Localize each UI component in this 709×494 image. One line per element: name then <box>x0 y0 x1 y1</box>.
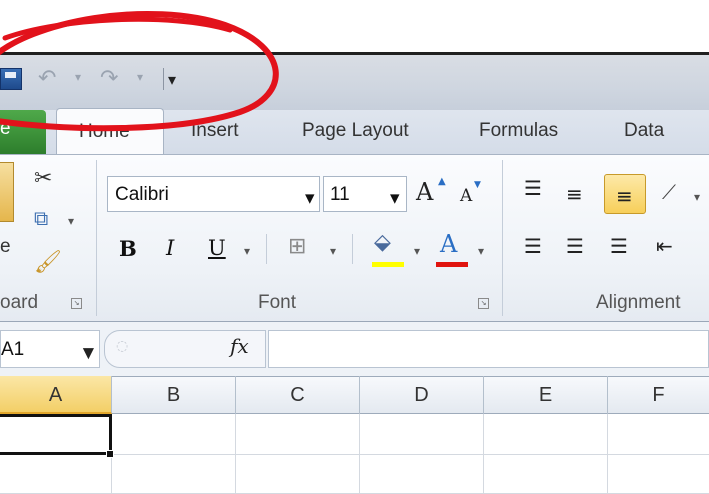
font-separator-2 <box>352 234 353 264</box>
qat-separator <box>163 68 164 90</box>
fill-handle[interactable] <box>106 450 114 458</box>
tab-file[interactable]: e <box>0 110 46 154</box>
fill-color-swatch <box>372 262 404 267</box>
column-header-b[interactable]: B <box>112 376 236 414</box>
font-size-combo[interactable]: 11 ▾ <box>323 176 407 212</box>
align-left-icon[interactable]: ☰ <box>524 234 542 258</box>
name-box[interactable]: A1 ▼ <box>0 330 100 368</box>
clipboard-launcher-icon[interactable]: ↘ <box>71 298 82 309</box>
underline-dropdown-icon[interactable]: ▾ <box>244 244 250 258</box>
align-center-icon[interactable]: ☰ <box>566 234 584 258</box>
tab-data[interactable]: Data <box>624 120 664 142</box>
grow-font-button[interactable]: A <box>416 178 433 206</box>
orientation-dropdown-icon[interactable]: ▾ <box>694 190 700 204</box>
font-size-dropdown-icon[interactable]: ▾ <box>390 187 400 210</box>
tab-file-label: e <box>0 118 11 139</box>
group-separator <box>96 160 97 316</box>
borders-icon[interactable]: ⊞ <box>288 234 306 259</box>
tab-insert[interactable]: Insert <box>191 120 239 142</box>
decrease-indent-icon[interactable]: ⇤ <box>656 234 673 258</box>
column-header-e[interactable]: E <box>484 376 608 414</box>
column-d-label: D <box>414 384 429 406</box>
formula-input[interactable] <box>268 330 709 368</box>
italic-button[interactable]: I <box>166 236 174 260</box>
cut-icon[interactable]: ✂ <box>34 166 52 191</box>
font-name-combo[interactable]: Calibri ▾ <box>107 176 320 212</box>
formula-bar-handle-icon[interactable]: ◌ <box>116 338 128 354</box>
copy-dropdown-icon[interactable]: ▾ <box>68 214 74 228</box>
font-size-value: 11 <box>330 184 350 205</box>
orientation-icon[interactable]: ⟋ <box>662 180 676 204</box>
font-color-dropdown-icon[interactable]: ▾ <box>478 244 484 258</box>
column-e-label: E <box>538 384 553 406</box>
format-painter-icon[interactable]: 🖌 <box>34 250 62 275</box>
save-icon[interactable] <box>0 68 22 90</box>
tab-home[interactable]: Home <box>56 108 164 156</box>
tab-page-layout[interactable]: Page Layout <box>302 120 409 142</box>
shrink-font-button[interactable]: A <box>460 186 472 206</box>
undo-dropdown-icon[interactable]: ▾ <box>75 70 81 84</box>
tab-formulas[interactable]: Formulas <box>479 120 558 142</box>
font-name-value: Calibri <box>115 184 169 205</box>
column-b-label: B <box>166 384 181 406</box>
bottom-align-button[interactable]: ≡ <box>604 174 646 214</box>
font-group-label: Font <box>258 292 297 313</box>
shrink-font-icon: ▼ <box>474 180 481 190</box>
insert-function-button[interactable]: fx <box>230 334 249 358</box>
top-align-icon[interactable]: ☰ <box>524 176 542 200</box>
group-separator-2 <box>502 160 503 316</box>
redo-dropdown-icon[interactable]: ▾ <box>137 70 143 84</box>
column-a-label: A <box>48 384 63 406</box>
clipboard-group-label: oard <box>0 292 39 313</box>
column-header-f[interactable]: F <box>608 376 709 414</box>
bold-button[interactable]: B <box>119 236 137 261</box>
column-header-a[interactable]: A <box>0 376 112 414</box>
alignment-group-label: Alignment <box>596 292 681 313</box>
column-header-c[interactable]: C <box>236 376 360 414</box>
active-cell[interactable] <box>0 414 112 455</box>
font-color-swatch <box>436 262 468 267</box>
column-f-label: F <box>652 384 665 406</box>
fill-color-icon[interactable]: ⬙ <box>374 230 391 255</box>
column-c-label: C <box>290 384 305 406</box>
align-right-icon[interactable]: ☰ <box>610 234 628 258</box>
column-header-d[interactable]: D <box>360 376 484 414</box>
grow-font-icon: ▲ <box>438 176 446 187</box>
redo-icon[interactable]: ↷ <box>100 66 118 91</box>
undo-icon[interactable]: ↶ <box>38 66 56 91</box>
paste-label[interactable]: e <box>0 236 11 258</box>
middle-align-icon[interactable]: ≡ <box>566 182 583 206</box>
name-box-dropdown-icon[interactable]: ▼ <box>79 343 98 365</box>
font-launcher-icon[interactable]: ↘ <box>478 298 489 309</box>
customize-qat-icon[interactable]: ▾ <box>168 70 176 89</box>
tab-home-label: Home <box>79 121 130 142</box>
copy-icon[interactable]: ⧉ <box>34 206 48 230</box>
font-separator <box>266 234 267 264</box>
font-color-icon[interactable]: A <box>440 230 457 258</box>
fill-color-dropdown-icon[interactable]: ▾ <box>414 244 420 258</box>
paste-icon[interactable] <box>0 162 14 222</box>
borders-dropdown-icon[interactable]: ▾ <box>330 244 336 258</box>
bottom-align-icon: ≡ <box>616 184 633 208</box>
name-box-value: A1 <box>1 339 25 360</box>
excel-window: ↶ ▾ ↷ ▾ ▾ e Home Insert Page Layout Form… <box>0 0 709 494</box>
underline-button[interactable]: U <box>208 236 226 260</box>
font-name-dropdown-icon[interactable]: ▾ <box>305 187 315 210</box>
